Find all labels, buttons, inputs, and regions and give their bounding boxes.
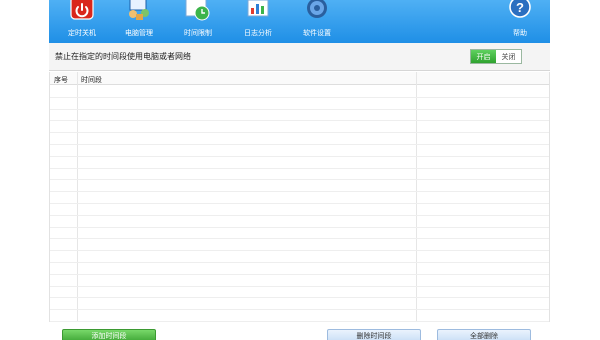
table-row xyxy=(50,121,549,134)
section-header: 禁止在指定的时间段使用电脑或者网络 开启 关闭 xyxy=(49,43,550,71)
table-row xyxy=(50,192,549,204)
table-row xyxy=(50,263,549,275)
table-row xyxy=(50,133,549,145)
toolbar-item-timed-shutdown[interactable]: 定时关机 xyxy=(58,0,106,43)
table-row xyxy=(50,157,549,169)
clock-icon xyxy=(185,0,210,21)
table-row xyxy=(50,251,549,263)
table-row xyxy=(50,287,549,299)
toggle-on-button[interactable]: 开启 xyxy=(471,50,496,63)
table-row xyxy=(50,110,549,122)
toolbar-item-log-analysis[interactable]: 日志分析 xyxy=(234,0,282,43)
computer-manage-icon xyxy=(129,0,149,20)
toolbar-item-time-limit[interactable]: 时间限制 xyxy=(174,0,222,43)
toolbar-item-settings[interactable]: 软件设置 xyxy=(293,0,341,43)
table-row xyxy=(50,86,549,98)
toolbar-label: 电脑管理 xyxy=(125,29,153,37)
table-row xyxy=(50,180,549,193)
table-row xyxy=(50,169,549,181)
svg-text:?: ? xyxy=(516,0,524,15)
column-header-time-period: 时间段 xyxy=(81,76,102,84)
table-row xyxy=(50,275,549,287)
toolbar-item-help[interactable]: ? 帮助 xyxy=(496,0,544,43)
table-body xyxy=(50,86,549,322)
toolbar-label: 日志分析 xyxy=(244,29,272,37)
table-row xyxy=(50,310,549,322)
toolbar-label: 时间限制 xyxy=(184,29,212,37)
table-row xyxy=(50,204,549,216)
table-row xyxy=(50,228,549,240)
toolbar-label: 定时关机 xyxy=(68,29,96,37)
toggle-off-button[interactable]: 关闭 xyxy=(496,50,521,63)
column-header-index: 序号 xyxy=(54,76,68,84)
table-row xyxy=(50,239,549,252)
main-toolbar: 定时关机 电脑管理 时间限制 日志分析 软件设置 ? 帮助 xyxy=(49,0,550,43)
section-title: 禁止在指定的时间段使用电脑或者网络 xyxy=(55,52,191,61)
enable-toggle[interactable]: 开启 关闭 xyxy=(470,49,522,64)
help-icon: ? xyxy=(509,0,531,18)
delete-time-period-button[interactable]: 删除时间段 xyxy=(327,329,421,340)
log-analysis-icon xyxy=(247,0,269,17)
gear-icon xyxy=(307,0,327,18)
table-row xyxy=(50,216,549,228)
power-icon xyxy=(70,0,94,20)
toolbar-label: 帮助 xyxy=(513,29,527,37)
table-row xyxy=(50,145,549,157)
toolbar-item-computer-manage[interactable]: 电脑管理 xyxy=(115,0,163,43)
time-period-table: 序号 时间段 xyxy=(49,72,550,322)
table-row xyxy=(50,298,549,311)
delete-all-button[interactable]: 全部删除 xyxy=(437,329,531,340)
table-row xyxy=(50,98,549,110)
table-header: 序号 时间段 xyxy=(50,72,549,85)
toolbar-label: 软件设置 xyxy=(303,29,331,37)
add-time-period-button[interactable]: 添加时间段 xyxy=(62,329,156,340)
